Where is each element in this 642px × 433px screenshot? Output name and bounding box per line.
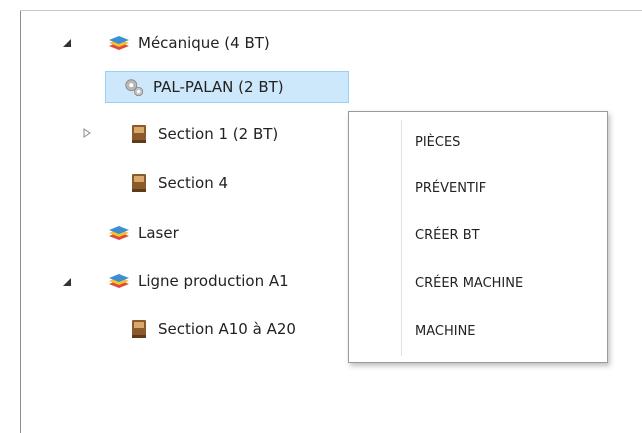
book-icon	[128, 123, 150, 145]
layers-icon	[108, 222, 130, 244]
tree-node-ligne-production-a1[interactable]: Ligne production A1	[108, 266, 289, 296]
tree-node-label: Ligne production A1	[138, 272, 289, 290]
tree-node-label: Section 4	[158, 174, 229, 192]
tree-node-section-4[interactable]: Section 4	[128, 168, 228, 198]
menu-item-creer-bt[interactable]: CRÉER BT	[415, 215, 595, 255]
tree-node-label: Section 1 (2 BT)	[158, 125, 279, 143]
tree-node-label: PAL-PALAN (2 BT)	[153, 78, 284, 96]
menu-item-creer-machine[interactable]: CRÉER MACHINE	[415, 263, 595, 303]
tree-panel: Mécanique (4 BT) PAL-PALAN (2 BT) Sectio…	[0, 0, 642, 433]
tree-node-section-a10-a20[interactable]: Section A10 à A20	[128, 314, 296, 344]
layers-icon	[108, 32, 130, 54]
tree-expander-collapsed[interactable]	[82, 128, 92, 138]
book-icon	[128, 318, 150, 340]
tree-expander-expanded[interactable]	[62, 38, 72, 48]
tree-node-pal-palan[interactable]: PAL-PALAN (2 BT)	[105, 71, 349, 103]
menu-item-machine[interactable]: MACHINE	[415, 311, 595, 351]
menu-item-preventif[interactable]: PRÉVENTIF	[415, 168, 595, 208]
tree-node-label: Laser	[138, 224, 179, 242]
context-menu: PIÈCES PRÉVENTIF CRÉER BT CRÉER MACHINE …	[348, 111, 608, 363]
tree-expander-expanded[interactable]	[62, 277, 72, 287]
tree-node-laser[interactable]: Laser	[108, 218, 179, 248]
menu-icon-gutter-separator	[401, 120, 402, 356]
book-icon	[128, 172, 150, 194]
tree-node-mecanique[interactable]: Mécanique (4 BT)	[108, 28, 270, 58]
menu-item-pieces[interactable]: PIÈCES	[415, 122, 595, 162]
tree-node-label: Mécanique (4 BT)	[138, 34, 270, 52]
gears-icon	[123, 76, 145, 98]
tree-node-section-1[interactable]: Section 1 (2 BT)	[128, 119, 278, 149]
layers-icon	[108, 270, 130, 292]
tree-node-label: Section A10 à A20	[158, 320, 296, 338]
